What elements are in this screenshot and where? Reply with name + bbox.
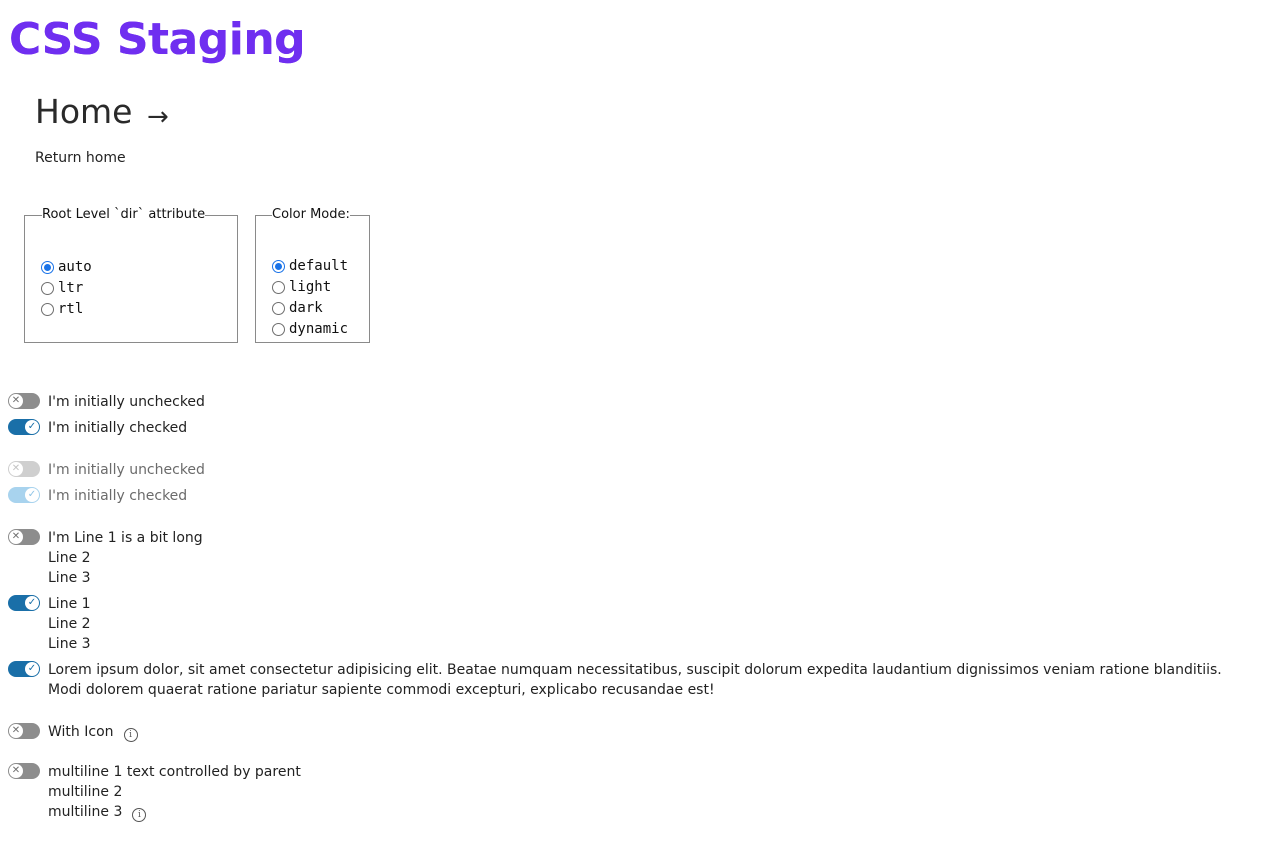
x-icon: ✕ [9, 724, 23, 738]
toggle-switch[interactable]: ✕ [8, 529, 40, 545]
x-icon: ✕ [9, 462, 23, 476]
toggle-row-with-icon: ✕ With Icon i [8, 722, 138, 742]
radio-label-auto: auto [58, 259, 92, 275]
color-option-light[interactable]: light [272, 277, 331, 297]
toggle-label-line: Line 2 [48, 616, 91, 632]
page-heading-text: Home [35, 92, 133, 131]
return-home-link[interactable]: Return home [35, 149, 126, 167]
toggle-label: Lorem ipsum dolor, sit amet consectetur … [48, 662, 1222, 698]
x-icon: ✕ [9, 764, 23, 778]
color-option-default[interactable]: default [272, 256, 348, 276]
toggle-switch[interactable]: ✕ [8, 763, 40, 779]
toggle-row-multiline-2: ✓ Line 1 Line 2 Line 3 [8, 594, 91, 654]
toggle-label: I'm initially unchecked [48, 394, 205, 410]
radio-label-dynamic: dynamic [289, 321, 349, 337]
check-icon: ✓ [25, 488, 39, 502]
info-icon[interactable]: i [132, 808, 147, 822]
radio-dynamic[interactable] [272, 322, 285, 336]
toggle-label-line-with-icon: multiline 3 i [48, 802, 301, 822]
toggle-label: I'm initially checked [48, 420, 188, 436]
dir-fieldset-legend: Root Level `dir` attribute [42, 207, 206, 222]
toggle-row-multiline-1: ✕ I'm Line 1 is a bit long Line 2 Line 3 [8, 528, 203, 588]
dir-attribute-fieldset: Root Level `dir` attribute auto ltr rtl [24, 207, 238, 343]
radio-auto[interactable] [41, 260, 54, 274]
radio-label-dark: dark [289, 300, 323, 316]
toggle-switch-disabled: ✕ [8, 461, 40, 477]
toggle-row-multiline-parent: ✕ multiline 1 text controlled by parent … [8, 762, 301, 822]
toggle-switch[interactable]: ✓ [8, 595, 40, 611]
toggle-switch[interactable]: ✕ [8, 393, 40, 409]
check-icon: ✓ [25, 596, 39, 610]
toggle-label-line: multiline 2 [48, 784, 123, 800]
dir-option-ltr[interactable]: ltr [41, 278, 83, 298]
toggle-row-disabled-unchecked: ✕ I'm initially unchecked [8, 460, 205, 480]
check-icon: ✓ [25, 662, 39, 676]
toggle-switch-disabled: ✓ [8, 487, 40, 503]
toggle-row-long-text: ✓ Lorem ipsum dolor, sit amet consectetu… [8, 660, 1248, 700]
toggle-label-line: Line 3 [48, 570, 91, 586]
radio-label-light: light [289, 279, 332, 295]
toggle-label-line: Line 3 [48, 636, 91, 652]
toggle-row-unchecked: ✕ I'm initially unchecked [8, 392, 205, 412]
toggle-label: I'm Line 1 is a bit long Line 2 Line 3 [48, 528, 203, 588]
toggle-label-text: With Icon [48, 724, 114, 740]
toggle-label-line: Line 1 [48, 596, 91, 612]
toggle-row-checked: ✓ I'm initially checked [8, 418, 187, 438]
dir-option-rtl[interactable]: rtl [41, 299, 83, 319]
toggle-label: I'm initially checked [48, 488, 188, 504]
toggle-label-line: I'm Line 1 is a bit long [48, 530, 203, 546]
info-icon[interactable]: i [123, 728, 138, 742]
radio-dark[interactable] [272, 301, 285, 315]
toggle-label-line: multiline 1 text controlled by parent [48, 764, 301, 780]
toggle-label: With Icon i [48, 722, 138, 742]
color-fieldset-legend: Color Mode: [272, 207, 350, 222]
x-icon: ✕ [9, 394, 23, 408]
color-mode-fieldset: Color Mode: default light dark dynamic [255, 207, 370, 343]
toggle-switch[interactable]: ✓ [8, 419, 40, 435]
check-icon: ✓ [25, 420, 39, 434]
toggle-label-line: Line 2 [48, 550, 91, 566]
radio-label-rtl: rtl [58, 301, 84, 317]
toggle-label-line: multiline 3 [48, 804, 123, 820]
radio-label-default: default [289, 258, 349, 274]
radio-light[interactable] [272, 280, 285, 294]
x-icon: ✕ [9, 530, 23, 544]
radio-label-ltr: ltr [58, 280, 84, 296]
toggle-label: multiline 1 text controlled by parent mu… [48, 762, 301, 822]
color-option-dynamic[interactable]: dynamic [272, 319, 348, 339]
page-heading: Home → [35, 92, 169, 137]
radio-default[interactable] [272, 259, 285, 273]
color-option-dark[interactable]: dark [272, 298, 323, 318]
radio-rtl[interactable] [41, 302, 54, 316]
toggle-switch[interactable]: ✓ [8, 661, 40, 677]
toggle-switch[interactable]: ✕ [8, 723, 40, 739]
toggle-label: Line 1 Line 2 Line 3 [48, 594, 91, 654]
site-title: CSS Staging [9, 12, 306, 68]
toggle-label: I'm initially unchecked [48, 462, 205, 478]
arrow-right-icon: → [146, 102, 169, 132]
toggle-row-disabled-checked: ✓ I'm initially checked [8, 486, 187, 506]
radio-ltr[interactable] [41, 281, 54, 295]
dir-option-auto[interactable]: auto [41, 257, 92, 277]
